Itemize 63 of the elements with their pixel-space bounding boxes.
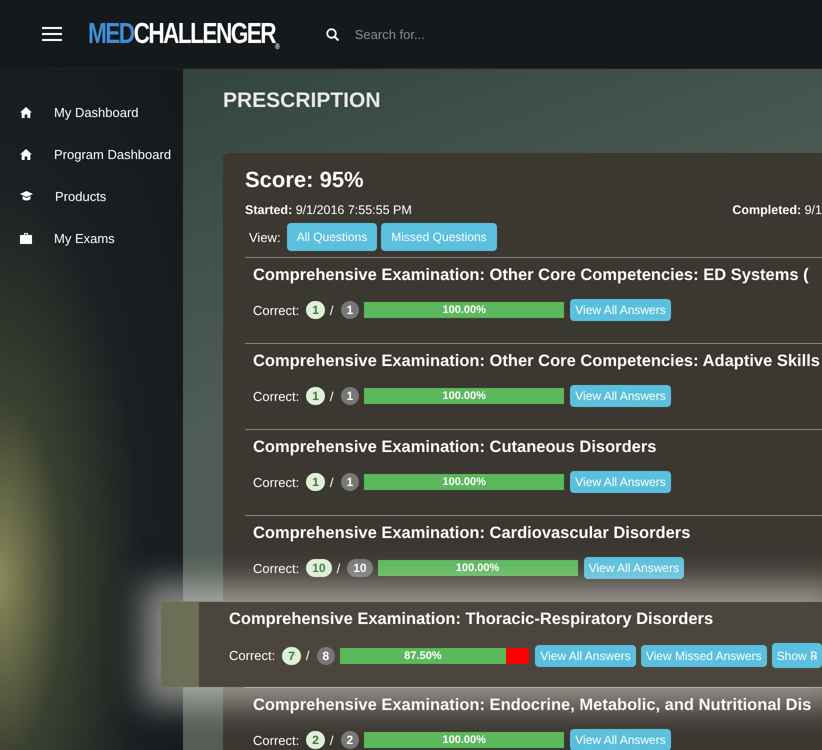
correct-count: 1 — [306, 473, 325, 491]
progress-fill: 100.00% — [364, 732, 564, 748]
progress-fill: 100.00% — [364, 388, 564, 404]
total-count: 8 — [316, 646, 336, 664]
home-icon — [20, 106, 32, 118]
correct-count: 1 — [306, 301, 325, 319]
section-title: Comprehensive Examination: Other Core Competencies: ED Systems ( — [253, 266, 810, 285]
correct-count: 1 — [306, 387, 325, 405]
answers-button[interactable]: Show ℞ — [772, 643, 822, 668]
sidebar-item[interactable]: My Exams — [0, 217, 183, 259]
slash-text: / — [336, 560, 340, 576]
started-text: Started: 9/1/2016 7:55:55 PM — [245, 203, 412, 217]
view-filter-button[interactable]: All Questions — [286, 223, 378, 251]
answers-button[interactable]: View All Answers — [584, 557, 684, 579]
home-icon — [20, 148, 32, 160]
sidebar-item[interactable]: Products — [0, 175, 183, 217]
progress-fill: 100.00% — [378, 560, 578, 576]
search-field[interactable]: Search for... — [352, 26, 607, 42]
view-label: View: — [249, 230, 281, 244]
search-icon — [326, 28, 339, 40]
correct-label: Correct: — [253, 732, 300, 748]
section-title: Comprehensive Examination: Thoracic-Respiratory Disorders — [229, 610, 714, 629]
slash-text: / — [330, 732, 334, 748]
answers-button[interactable]: View All Answers — [570, 299, 671, 321]
graduation-cap-icon — [20, 191, 33, 201]
answers-button[interactable]: View All Answers — [570, 385, 671, 407]
sidebar-item[interactable]: My Dashboard — [0, 91, 183, 133]
progress-fill: 87.50% — [340, 648, 506, 664]
view-filter-button[interactable]: Missed Questions — [381, 223, 497, 251]
correct-count: 10 — [306, 559, 332, 577]
sidebar-item[interactable]: Program Dashboard — [0, 133, 183, 175]
correct-label: Correct: — [253, 560, 300, 576]
page-title: PRESCRIPTION — [223, 89, 382, 113]
progress-fill: 100.00% — [364, 474, 564, 490]
completed-text: Completed: 9/1 — [732, 203, 822, 217]
correct-label: Correct: — [229, 648, 276, 663]
correct-label: Correct: — [253, 474, 300, 490]
correct-label: Correct: — [253, 388, 300, 404]
logo[interactable]: MEDCHALLENGER® — [88, 18, 278, 50]
correct-label: Correct: — [253, 302, 300, 318]
answers-button[interactable]: View Missed Answers — [640, 644, 767, 666]
total-count: 2 — [340, 731, 360, 749]
section-title: Comprehensive Examination: Cutaneous Disorders — [253, 438, 658, 457]
briefcase-icon — [20, 232, 32, 244]
answers-button[interactable]: View All Answers — [570, 729, 671, 750]
total-count: 1 — [340, 387, 360, 405]
section-title: Comprehensive Examination: Cardiovascular Disorders — [253, 524, 692, 543]
answers-button[interactable]: View All Answers — [570, 471, 671, 493]
section-title: Comprehensive Examination: Endocrine, Metabolic, and Nutritional Dis — [253, 696, 812, 715]
total-count: 1 — [340, 473, 360, 491]
total-count: 10 — [347, 559, 373, 577]
slash-text: / — [306, 648, 310, 663]
progress-fill: 100.00% — [364, 302, 564, 318]
slash-text: / — [330, 474, 334, 490]
score-heading: Score: 95% — [245, 167, 365, 193]
total-count: 1 — [340, 301, 360, 319]
slash-text: / — [330, 388, 334, 404]
slash-text: / — [330, 302, 334, 318]
menu-icon[interactable] — [42, 26, 62, 42]
section-title: Comprehensive Examination: Other Core Competencies: Adaptive Skills — [253, 352, 821, 371]
correct-count: 2 — [306, 731, 325, 749]
correct-count: 7 — [282, 646, 301, 664]
answers-button[interactable]: View All Answers — [535, 644, 636, 666]
